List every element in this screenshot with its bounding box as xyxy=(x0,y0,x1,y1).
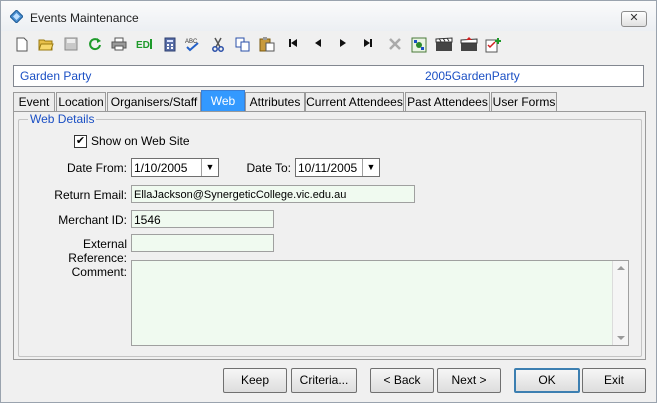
date-to-value: 10/11/2005 xyxy=(298,161,358,175)
calculator-icon[interactable] xyxy=(161,35,179,55)
exit-button[interactable]: Exit xyxy=(582,368,646,393)
tab-past-attendees[interactable]: Past Attendees xyxy=(405,92,490,111)
date-to-select[interactable]: 10/11/2005 ▼ xyxy=(295,158,380,177)
scroll-up-icon[interactable] xyxy=(617,266,625,270)
previous-record-icon[interactable] xyxy=(309,35,327,55)
return-email-field[interactable]: EllaJackson@SynergeticCollege.vic.edu.au xyxy=(131,185,415,203)
open-icon[interactable] xyxy=(37,35,55,55)
clapboard-icon[interactable] xyxy=(435,35,453,55)
event-banner: Garden Party 2005GardenParty xyxy=(13,65,644,87)
paste-icon[interactable] xyxy=(258,35,276,55)
criteria-button[interactable]: Criteria... xyxy=(291,368,357,393)
last-record-icon[interactable] xyxy=(359,35,377,55)
date-from-label: Date From: xyxy=(66,161,127,175)
tab-attributes[interactable]: Attributes xyxy=(245,92,305,111)
delete-icon[interactable] xyxy=(386,35,404,55)
show-on-web-checkbox[interactable]: ✔ xyxy=(74,135,87,148)
tab-current-attendees[interactable]: Current Attendees xyxy=(305,92,404,111)
cut-icon[interactable] xyxy=(209,35,227,55)
date-from-value: 1/10/2005 xyxy=(134,161,188,175)
save-icon[interactable] xyxy=(62,35,80,55)
comment-textarea[interactable] xyxy=(131,260,629,346)
svg-text:ED: ED xyxy=(136,40,150,51)
event-name: Garden Party xyxy=(20,69,92,83)
return-email-label: Return Email: xyxy=(54,188,127,202)
window-title: Events Maintenance xyxy=(30,11,139,25)
print-icon[interactable] xyxy=(110,35,128,55)
checklist-add-icon[interactable] xyxy=(485,35,503,55)
date-to-label: Date To: xyxy=(246,161,291,175)
keep-button[interactable]: Keep xyxy=(223,368,287,393)
tab-web[interactable]: Web xyxy=(201,90,245,113)
scroll-down-icon[interactable] xyxy=(617,336,625,340)
refresh-icon[interactable] xyxy=(86,35,104,55)
web-details-legend: Web Details xyxy=(28,112,97,126)
date-from-select[interactable]: 1/10/2005 ▼ xyxy=(131,158,219,177)
events-maintenance-window: Events Maintenance ✕ ED ABC Garden Party… xyxy=(0,0,657,403)
clapboard-red-icon[interactable] xyxy=(460,35,478,55)
comment-label: Comment: xyxy=(71,265,127,279)
properties-icon[interactable] xyxy=(410,35,428,55)
merchant-id-label: Merchant ID: xyxy=(58,213,127,227)
back-button[interactable]: < Back xyxy=(370,368,434,393)
tab-organisers-staff[interactable]: Organisers/Staff xyxy=(107,92,201,111)
app-diamond-icon xyxy=(10,10,23,23)
web-tab-panel: Web Details ✔ Show on Web Site Date From… xyxy=(13,111,646,360)
next-button[interactable]: Next > xyxy=(437,368,501,393)
event-code: 2005GardenParty xyxy=(425,69,520,83)
comment-scrollbar[interactable] xyxy=(612,261,628,345)
external-reference-field[interactable] xyxy=(131,234,274,252)
next-record-icon[interactable] xyxy=(334,35,352,55)
title-bar: Events Maintenance ✕ xyxy=(1,1,656,31)
spellcheck-icon[interactable]: ABC xyxy=(184,35,202,55)
show-on-web-label: Show on Web Site xyxy=(91,134,190,148)
tab-event[interactable]: Event xyxy=(13,92,55,111)
copy-icon[interactable] xyxy=(234,35,252,55)
edit-icon[interactable]: ED xyxy=(134,35,156,55)
ok-button[interactable]: OK xyxy=(514,368,580,393)
merchant-id-field[interactable]: 1546 xyxy=(131,210,274,228)
chevron-down-icon[interactable]: ▼ xyxy=(362,159,379,176)
external-reference-label: External Reference: xyxy=(68,237,127,265)
first-record-icon[interactable] xyxy=(284,35,302,55)
new-icon[interactable] xyxy=(13,35,31,55)
web-details-group: Web Details ✔ Show on Web Site Date From… xyxy=(18,112,642,357)
checkmark-icon: ✔ xyxy=(75,135,86,147)
tab-location[interactable]: Location xyxy=(56,92,106,111)
tab-user-forms[interactable]: User Forms xyxy=(491,92,557,111)
close-icon: ✕ xyxy=(629,12,639,24)
close-button[interactable]: ✕ xyxy=(621,11,647,27)
chevron-down-icon[interactable]: ▼ xyxy=(201,159,218,176)
